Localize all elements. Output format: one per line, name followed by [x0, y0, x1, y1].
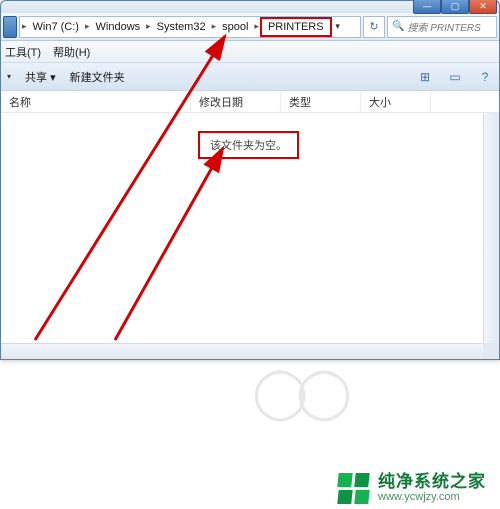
- chevron-right-icon: ▸: [83, 21, 92, 32]
- toolbar: ▾ 共享 ▾ 新建文件夹 ⊞ ▭ ?: [1, 63, 499, 91]
- search-input[interactable]: 🔍 搜索 PRINTERS: [387, 16, 497, 38]
- chevron-right-icon: ▸: [144, 21, 153, 32]
- column-size[interactable]: 大小: [361, 91, 431, 112]
- watermark-bar: 纯净系统之家 www.ycwjzy.com: [0, 467, 500, 509]
- search-placeholder: 搜索 PRINTERS: [407, 19, 480, 34]
- chevron-right-icon: ▸: [210, 21, 219, 32]
- menu-tools[interactable]: 工具(T): [5, 44, 41, 60]
- watermark-area: ◯◯ 纯净系统之家 www.ycwjzy.com: [0, 389, 500, 509]
- empty-folder-message: 该文件夹为空。: [198, 131, 299, 159]
- crumb-spool[interactable]: spool: [218, 17, 252, 37]
- column-name[interactable]: 名称: [1, 91, 191, 112]
- titlebar[interactable]: — ▢ ✕: [1, 1, 499, 13]
- watermark-url: www.ycwjzy.com: [378, 491, 486, 503]
- explorer-window: — ▢ ✕ ▸ Win7 (C:) ▸ Windows ▸ System32 ▸…: [0, 0, 500, 360]
- search-icon: 🔍: [392, 21, 404, 32]
- address-dropdown-icon[interactable]: ▾: [331, 21, 345, 32]
- view-options-icon[interactable]: ⊞: [417, 69, 433, 85]
- chevron-right-icon: ▸: [20, 21, 29, 32]
- menu-help[interactable]: 帮助(H): [53, 44, 90, 60]
- maximize-button[interactable]: ▢: [441, 0, 469, 14]
- preview-pane-icon[interactable]: ▭: [447, 69, 463, 85]
- watermark-title: 纯净系统之家: [378, 473, 486, 492]
- column-headers: 名称 修改日期 类型 大小: [1, 91, 499, 113]
- crumb-printers[interactable]: PRINTERS: [260, 17, 332, 37]
- crumb-system32[interactable]: System32: [153, 17, 210, 37]
- menu-bar: 工具(T) 帮助(H): [1, 41, 499, 63]
- file-list-area[interactable]: 该文件夹为空。: [1, 113, 499, 359]
- minimize-button[interactable]: —: [413, 0, 441, 14]
- watermark-text: 纯净系统之家 www.ycwjzy.com: [378, 473, 486, 504]
- scrollbar-horizontal[interactable]: [1, 343, 483, 359]
- nav-back-forward[interactable]: [3, 16, 17, 38]
- window-controls: — ▢ ✕: [413, 0, 497, 14]
- watermark-logo-icon: [338, 473, 368, 503]
- watermark-ghost-icon: ◯◯: [252, 363, 340, 421]
- help-icon[interactable]: ?: [477, 69, 493, 85]
- column-type[interactable]: 类型: [281, 91, 361, 112]
- scrollbar-corner: [483, 343, 499, 359]
- share-button[interactable]: 共享 ▾: [25, 69, 56, 85]
- crumb-windows[interactable]: Windows: [92, 17, 145, 37]
- organize-dropdown-icon[interactable]: ▾: [7, 72, 11, 81]
- close-button[interactable]: ✕: [469, 0, 497, 14]
- new-folder-button[interactable]: 新建文件夹: [70, 69, 125, 85]
- address-bar-row: ▸ Win7 (C:) ▸ Windows ▸ System32 ▸ spool…: [1, 13, 499, 41]
- column-date[interactable]: 修改日期: [191, 91, 281, 112]
- refresh-button[interactable]: ↻: [363, 16, 385, 38]
- breadcrumb[interactable]: ▸ Win7 (C:) ▸ Windows ▸ System32 ▸ spool…: [19, 16, 361, 38]
- scrollbar-vertical[interactable]: [483, 113, 499, 359]
- crumb-drive[interactable]: Win7 (C:): [29, 17, 83, 37]
